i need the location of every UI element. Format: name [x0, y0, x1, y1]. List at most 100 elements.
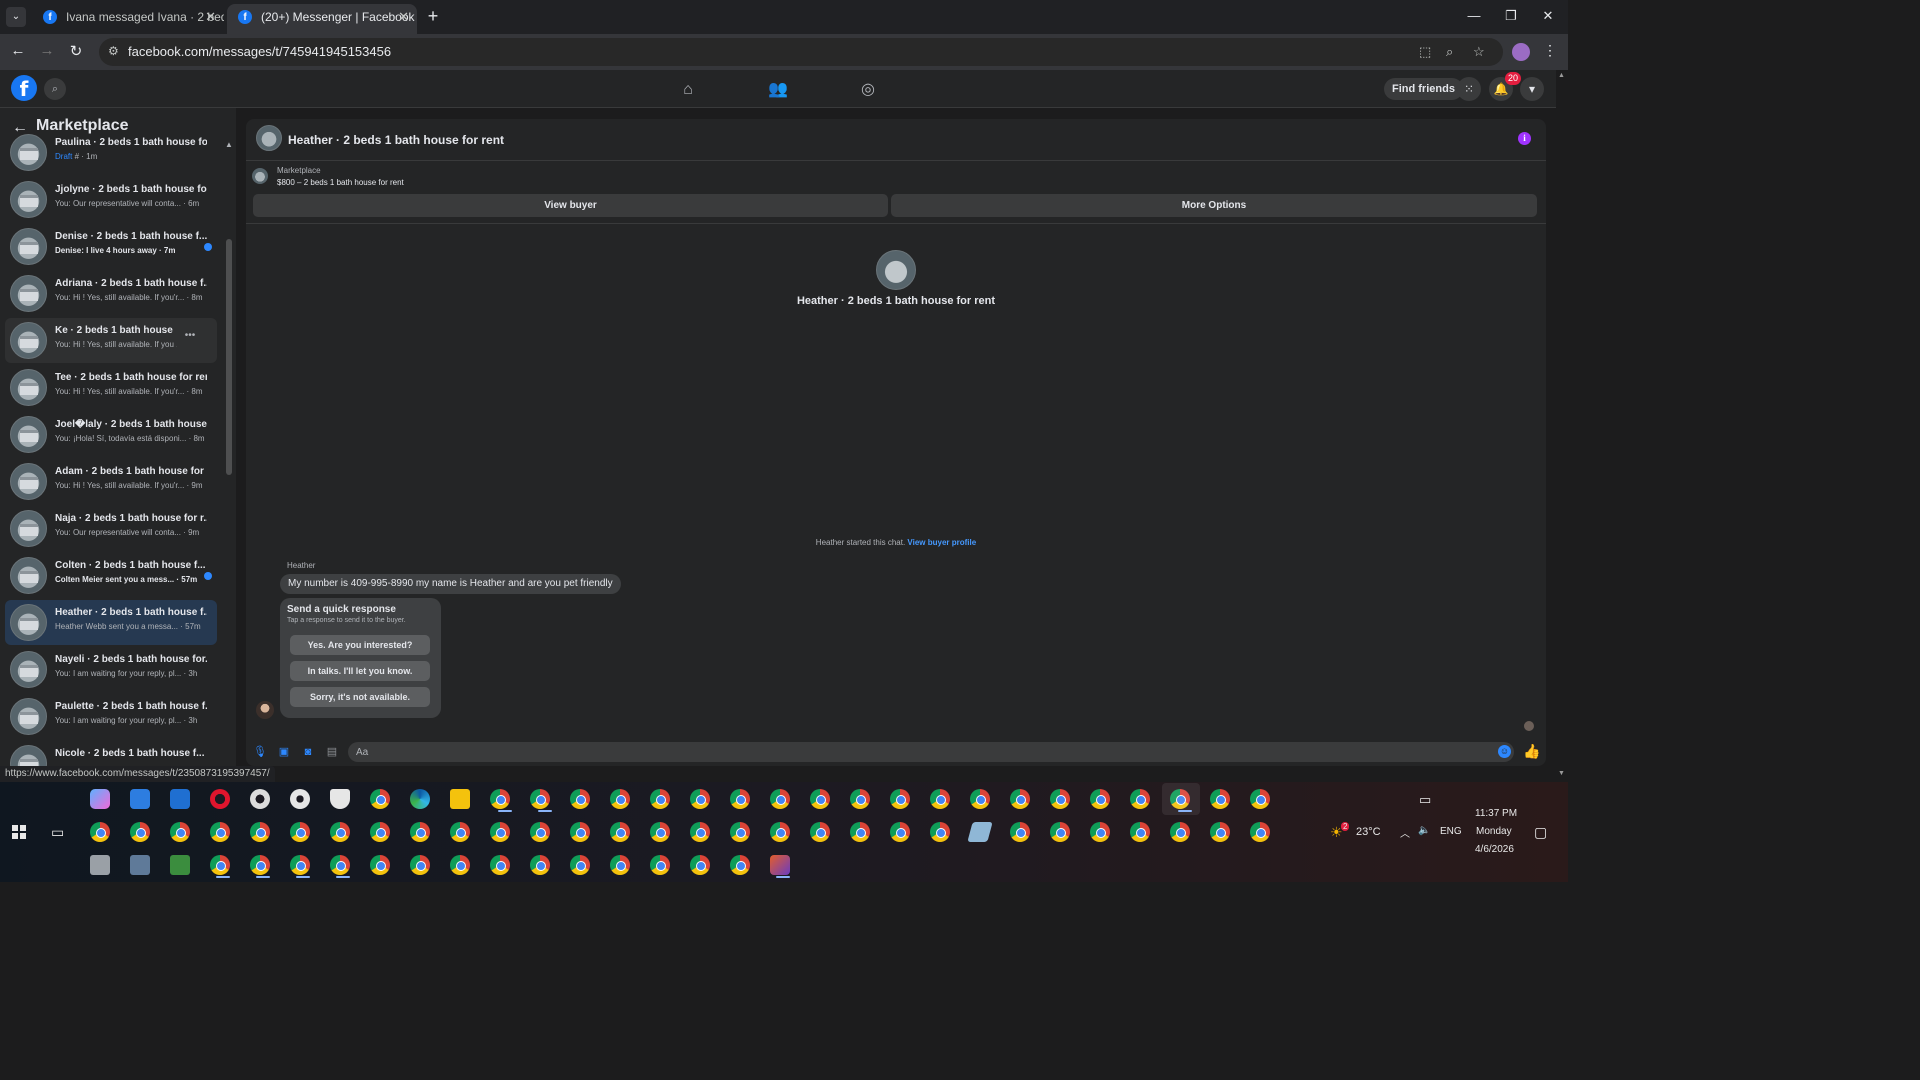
speaker-icon[interactable]: 🔈	[1418, 825, 1430, 836]
chrome-profile-icon[interactable]	[970, 789, 990, 809]
scroll-up-icon[interactable]: ▲	[225, 140, 233, 149]
chrome-profile-icon[interactable]	[290, 822, 310, 842]
chrome-profile-icon[interactable]	[690, 855, 710, 875]
menu-grid-icon[interactable]: ⁙	[1457, 77, 1481, 101]
chrome-profile-icon[interactable]	[290, 855, 310, 875]
conversation-item[interactable]: Nicole · 2 beds 1 bath house f...	[5, 741, 217, 766]
chrome-profile-icon[interactable]	[610, 822, 630, 842]
chrome-icon[interactable]	[370, 789, 390, 809]
clock-time[interactable]: 11:37 PM	[1475, 808, 1517, 819]
conversation-item[interactable]: Jjolyne · 2 beds 1 bath house fo... You:…	[5, 177, 217, 222]
chrome-profile-icon[interactable]	[770, 789, 790, 809]
conversation-item-active[interactable]: Heather · 2 beds 1 bath house f... Heath…	[5, 600, 217, 645]
conversation-item[interactable]: Colten · 2 beds 1 bath house f... Colten…	[5, 553, 217, 598]
app-icon[interactable]	[130, 855, 150, 875]
file-explorer-icon[interactable]	[450, 789, 470, 809]
chrome-profile-icon[interactable]	[450, 855, 470, 875]
chrome-profile-icon[interactable]	[690, 822, 710, 842]
chrome-profile-icon[interactable]	[530, 822, 550, 842]
chrome-profile-icon[interactable]	[770, 822, 790, 842]
address-bar[interactable]: ⚙ facebook.com/messages/t/74594194515345…	[99, 38, 1503, 66]
notification-center-icon[interactable]: ▢	[1534, 824, 1547, 841]
chat-title[interactable]: Heather · 2 beds 1 bath house for rent	[288, 133, 504, 147]
weather-temp[interactable]: 23°C	[1356, 826, 1381, 838]
chrome-profile-icon[interactable]	[410, 855, 430, 875]
chrome-profile-icon[interactable]	[810, 789, 830, 809]
chrome-profile-icon[interactable]	[730, 822, 750, 842]
site-info-icon[interactable]: ⚙	[108, 44, 119, 58]
more-options-icon[interactable]: •••	[181, 329, 199, 347]
chrome-profile-icon[interactable]	[610, 855, 630, 875]
chrome-profile-icon[interactable]	[330, 855, 350, 875]
friends-icon[interactable]: 👥	[768, 80, 788, 100]
view-buyer-button[interactable]: View buyer	[253, 194, 888, 217]
chrome-profile-icon[interactable]	[530, 855, 550, 875]
chrome-profile-icon[interactable]	[370, 822, 390, 842]
find-friends-button[interactable]: Find friends	[1384, 78, 1463, 100]
chrome-profile-icon[interactable]	[1210, 789, 1230, 809]
chrome-profile-icon[interactable]	[1210, 822, 1230, 842]
app-icon[interactable]	[770, 855, 790, 875]
conversation-item[interactable]: Naja · 2 beds 1 bath house for r... You:…	[5, 506, 217, 551]
browser-tab-2[interactable]: f (20+) Messenger | Facebook ✕	[227, 4, 417, 34]
gif-icon[interactable]: ▤	[325, 745, 339, 759]
quick-reply-not-available-button[interactable]: Sorry, it's not available.	[290, 687, 430, 707]
facebook-logo[interactable]: f	[11, 75, 37, 101]
app-icon[interactable]	[170, 855, 190, 875]
chrome-profile-icon[interactable]	[610, 789, 630, 809]
settings-gear-icon[interactable]	[290, 789, 310, 809]
more-options-button[interactable]: More Options	[891, 194, 1537, 217]
chrome-profile-icon[interactable]	[490, 855, 510, 875]
install-app-icon[interactable]: ⬚	[1419, 44, 1431, 60]
message-input[interactable]	[348, 742, 1514, 762]
chrome-profile-icon[interactable]	[410, 822, 430, 842]
chrome-profile-icon[interactable]	[850, 789, 870, 809]
restore-icon[interactable]: ❐	[1496, 8, 1526, 24]
chrome-profile-icon[interactable]	[1050, 789, 1070, 809]
conversation-item[interactable]: Adam · 2 beds 1 bath house for ... You: …	[5, 459, 217, 504]
conversation-item[interactable]: Paulette · 2 beds 1 bath house f... You:…	[5, 694, 217, 739]
chrome-profile-icon[interactable]	[330, 822, 350, 842]
task-view-icon[interactable]: ▭	[51, 824, 64, 841]
zoom-icon[interactable]: ⌕	[1446, 44, 1453, 60]
chrome-profile-icon[interactable]	[930, 789, 950, 809]
copilot-icon[interactable]	[90, 789, 110, 809]
clock-date[interactable]: 4/6/2026	[1475, 844, 1514, 855]
chrome-profile-icon[interactable]	[370, 855, 390, 875]
chrome-profile-icon[interactable]	[250, 822, 270, 842]
quick-reply-in-talks-button[interactable]: In talks. I'll let you know.	[290, 661, 430, 681]
chrome-profile-icon[interactable]	[1250, 789, 1270, 809]
reload-icon[interactable]: ↻	[66, 42, 86, 60]
tab-search-button[interactable]: ⌄	[6, 7, 26, 27]
chrome-profile-icon[interactable]	[1050, 822, 1070, 842]
chrome-profile-icon[interactable]	[850, 822, 870, 842]
conversation-item[interactable]: Joel�laly · 2 beds 1 bath house ... You:…	[5, 412, 217, 457]
sidebar-scrollbar[interactable]	[226, 239, 232, 475]
windows-start-icon[interactable]	[12, 825, 26, 839]
emoji-icon[interactable]: ☺	[1498, 745, 1511, 758]
language-indicator[interactable]: ENG	[1440, 826, 1462, 837]
back-icon[interactable]: ←	[8, 42, 28, 59]
chrome-profile-icon[interactable]	[570, 789, 590, 809]
opera-icon[interactable]	[210, 789, 230, 809]
chrome-profile-icon[interactable]	[1250, 822, 1270, 842]
quick-reply-yes-button[interactable]: Yes. Are you interested?	[290, 635, 430, 655]
chrome-profile-icon[interactable]	[570, 822, 590, 842]
chrome-profile-icon[interactable]	[210, 855, 230, 875]
sticker-icon[interactable]: ◙	[301, 745, 315, 759]
security-shield-icon[interactable]	[330, 789, 350, 809]
close-tab-icon[interactable]: ✕	[205, 4, 216, 30]
sender-avatar[interactable]	[256, 701, 274, 719]
chrome-profile-icon[interactable]	[210, 822, 230, 842]
photo-icon[interactable]: ▣	[277, 745, 291, 759]
browser-profile-avatar[interactable]	[1512, 43, 1530, 61]
chrome-profile-icon[interactable]	[930, 822, 950, 842]
chrome-profile-icon[interactable]	[1130, 822, 1150, 842]
chatgpt-icon[interactable]	[250, 789, 270, 809]
edge-icon[interactable]	[410, 789, 430, 809]
app-icon[interactable]	[170, 789, 190, 809]
chrome-profile-icon[interactable]	[1010, 822, 1030, 842]
chrome-profile-icon[interactable]	[450, 822, 470, 842]
chrome-profile-icon[interactable]	[1130, 789, 1150, 809]
chrome-profile-icon[interactable]	[170, 822, 190, 842]
